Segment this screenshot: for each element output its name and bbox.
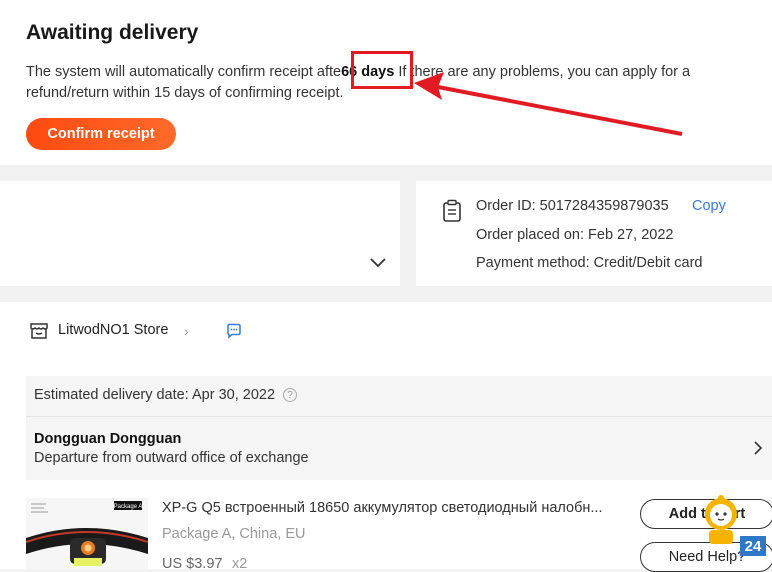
- store-name-link[interactable]: LitwodNO1 Store: [58, 322, 168, 338]
- payment-method: Payment method: Credit/Debit card: [476, 255, 703, 271]
- assistant-mascot-icon[interactable]: [700, 494, 742, 546]
- order-placed-date: Order placed on: Feb 27, 2022: [476, 227, 674, 243]
- order-id: Order ID: 5017284359879035: [476, 198, 669, 214]
- product-image[interactable]: Package A: [26, 498, 148, 569]
- chevron-right-icon[interactable]: [752, 440, 764, 456]
- chevron-down-icon[interactable]: [369, 253, 387, 271]
- annotation-highlight-box: [351, 51, 413, 89]
- shipping-address-card: [0, 181, 400, 286]
- product-quantity: x2: [232, 556, 248, 572]
- confirm-receipt-button[interactable]: Confirm receipt: [26, 118, 176, 150]
- product-title[interactable]: XP-G Q5 встроенный 18650 аккумулятор све…: [162, 500, 602, 516]
- product-package-label: Package A: [114, 504, 143, 510]
- tracking-event: Departure from outward office of exchang…: [34, 450, 309, 466]
- product-variant: Package A, China, EU: [162, 526, 306, 542]
- tracking-location: Dongguan Dongguan: [34, 431, 182, 447]
- support-24-badge[interactable]: 24: [740, 536, 766, 556]
- notice-text-start: The system will automatically confirm re…: [26, 64, 342, 80]
- estimated-delivery-date: Estimated delivery date: Apr 30, 2022: [34, 387, 276, 403]
- chat-icon[interactable]: [226, 323, 242, 339]
- clipboard-icon: [443, 199, 461, 222]
- copy-order-id-link[interactable]: Copy: [692, 198, 726, 214]
- store-icon: [30, 323, 48, 339]
- page-title: Awaiting delivery: [26, 21, 199, 44]
- question-mark-icon[interactable]: ?: [283, 388, 297, 402]
- product-price: US $3.97: [162, 556, 223, 572]
- chevron-right-icon[interactable]: ›: [184, 323, 189, 339]
- divider: [26, 416, 772, 417]
